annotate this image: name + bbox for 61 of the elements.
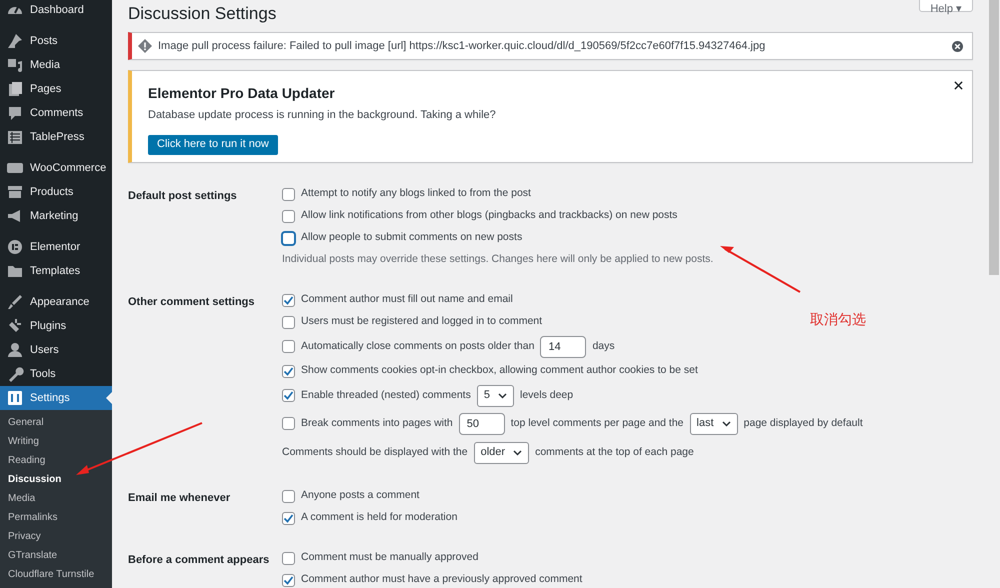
checkbox-label: Anyone posts a comment	[301, 488, 420, 504]
menu-item[interactable]: WooCommerce	[0, 156, 112, 180]
select-dropdown[interactable]: last	[690, 412, 738, 434]
description-text: Individual posts may override these settings. Changes here will only be applied to new posts.	[282, 252, 714, 268]
number-field[interactable]: 14	[540, 336, 586, 358]
submenu-item[interactable]: Cloudflare Turnstile	[0, 565, 112, 584]
checkbox-label: Automatically close comments on posts older than	[301, 338, 534, 354]
menu-item[interactable]: Posts	[0, 29, 112, 53]
menu-item[interactable]: Media	[0, 53, 112, 77]
menu-item[interactable]: Appearance	[0, 290, 112, 314]
notice-text: Database update process is running in the background. Taking a while?	[148, 108, 497, 123]
submenu-item[interactable]: General	[0, 413, 112, 432]
section-label: Before a comment appears	[128, 553, 270, 568]
checkbox-label: A comment is held for moderation	[301, 510, 458, 526]
menu-item[interactable]: Dashboard	[0, 0, 112, 22]
checkbox-label: Break comments into pages with	[301, 416, 453, 431]
menu-item[interactable]: Users	[0, 338, 112, 362]
submenu-item[interactable]: Discussion	[0, 470, 112, 489]
notice-title: Elementor Pro Data Updater	[148, 85, 336, 102]
menu-item[interactable]: Settings	[0, 386, 112, 410]
checkbox-label: Attempt to notify any blogs linked to from the post	[301, 186, 531, 202]
section-label: Default post settings	[128, 189, 238, 204]
checkbox-label: Users must be registered and logged in to comment	[301, 314, 542, 330]
checkbox-label: Allow link notifications from other blogs (pingbacks and trackbacks) on new posts	[301, 208, 678, 224]
menu-item[interactable]: Elementor	[0, 235, 112, 259]
checkbox-label: Comment author must have a previously approved comment	[301, 572, 582, 588]
checkbox-label: Comment author must fill out name and email	[301, 292, 513, 308]
menu-item[interactable]: Marketing	[0, 204, 112, 228]
page-title: Discussion Settings	[128, 4, 276, 24]
menu-item[interactable]: TablePress	[0, 125, 112, 149]
section-label: Email me whenever	[128, 491, 232, 506]
menu-item[interactable]: Plugins	[0, 314, 112, 338]
help-button[interactable]: Help ▾	[919, 0, 973, 12]
select-dropdown[interactable]: older	[474, 442, 530, 464]
checkbox-label: levels deep	[520, 388, 574, 403]
menu-item[interactable]: Tools	[0, 362, 112, 386]
annotation-text: 取消勾选	[810, 310, 866, 329]
notice-text: Image pull process failure: Failed to pull image [url] https://ksc1-worker.quic.cloud/dl/d_190569/5f2cc7e60f7f15.94327464.jpg	[158, 38, 766, 54]
select-dropdown[interactable]: 5	[476, 384, 514, 406]
menu-item[interactable]: Comments	[0, 101, 112, 125]
run-button[interactable]: Click here to run it now	[148, 134, 278, 155]
setting-text: Comments should be displayed with the	[282, 444, 468, 460]
number-field[interactable]: 50	[458, 412, 505, 434]
submenu-item[interactable]: Media	[0, 489, 112, 508]
checkbox-label: top level comments per page and the	[510, 416, 684, 431]
submenu-item[interactable]: Reading	[0, 451, 112, 470]
checkbox-label: days	[592, 338, 615, 354]
menu-item[interactable]: Templates	[0, 259, 112, 283]
submenu-item[interactable]: Privacy	[0, 527, 112, 546]
checkbox-label: page displayed by default	[744, 416, 863, 431]
menu-item[interactable]: Pages	[0, 77, 112, 101]
checkbox-label: Comment must be manually approved	[301, 550, 478, 566]
setting-text: comments at the top of each page	[535, 444, 694, 460]
checkbox-label: Enable threaded (nested) comments	[301, 388, 471, 403]
submenu-item[interactable]: Permalinks	[0, 508, 112, 527]
menu-item[interactable]: Products	[0, 180, 112, 204]
checkbox-label: Allow people to submit comments on new posts	[301, 230, 522, 246]
submenu-item[interactable]: GTranslate	[0, 546, 112, 565]
submenu-item[interactable]: Writing	[0, 432, 112, 451]
checkbox-label: Show comments cookies opt-in checkbox, allowing comment author cookies to be set	[301, 363, 698, 378]
section-label: Other comment settings	[128, 295, 256, 310]
